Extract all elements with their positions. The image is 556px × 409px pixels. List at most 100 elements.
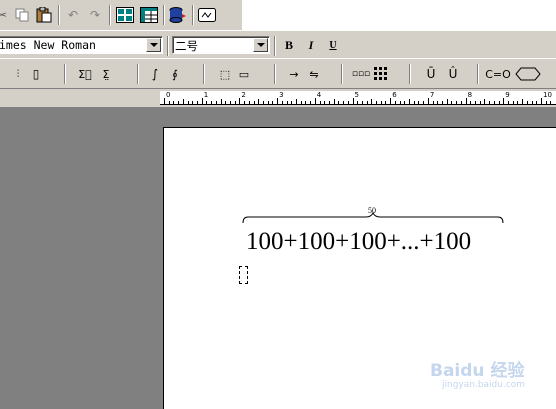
- ruler-label: 8: [467, 91, 473, 99]
- ruler-minor-tick: [338, 101, 340, 104]
- watermark-url: jingyan.baidu.com: [442, 380, 526, 390]
- toolbar-separator: [477, 64, 479, 84]
- align-left-icon[interactable]: ⫶: [10, 65, 26, 83]
- overbar-icon[interactable]: Ū: [422, 65, 440, 83]
- ruler-minor-tick: [385, 101, 387, 104]
- empty-slot-placeholder[interactable]: [239, 266, 248, 284]
- toolbar-separator: [341, 64, 343, 84]
- ruler-minor-tick: [493, 101, 495, 104]
- underbar-hat-icon[interactable]: Û: [444, 65, 462, 83]
- ruler-minor-tick: [423, 101, 425, 104]
- matrix-icon[interactable]: [115, 5, 135, 25]
- ruler-minor-tick: [328, 101, 330, 104]
- ruler-label: 1: [203, 91, 209, 99]
- document-page[interactable]: 50 100+100+100+...+100 Baidu 经验 jingyan.…: [163, 127, 556, 409]
- summation-limits-icon[interactable]: Σ̤: [96, 65, 116, 83]
- space-icon[interactable]: ▯: [28, 65, 44, 83]
- ruler-label: 4: [316, 91, 322, 99]
- fraction-box-icon[interactable]: ⬚: [217, 65, 233, 83]
- insert-object-icon[interactable]: [168, 5, 188, 25]
- ruler-minor-tick: [168, 101, 170, 104]
- ruler-minor-tick: [286, 101, 288, 104]
- ruler-label: 0: [166, 91, 171, 99]
- ruler-minor-tick: [178, 101, 180, 104]
- ruler-label: 7: [429, 91, 435, 99]
- chevron-down-icon[interactable]: [253, 38, 268, 52]
- ruler-major-tick: [503, 98, 505, 104]
- ruler-minor-tick: [267, 101, 269, 104]
- ruler-minor-tick: [479, 101, 481, 104]
- chevron-down-icon[interactable]: [146, 38, 161, 52]
- redo-icon[interactable]: ↷: [86, 6, 104, 24]
- ruler-minor-tick: [475, 101, 477, 104]
- left-right-arrow-icon[interactable]: ⇋: [305, 65, 323, 83]
- ruler-minor-tick: [413, 101, 415, 104]
- ruler-minor-tick: [192, 101, 194, 104]
- zoom-icon[interactable]: [197, 6, 217, 24]
- ruler: 0 1 2 3 4 5 6 7 8 9 10: [0, 88, 556, 107]
- ruler-minor-tick: [399, 101, 401, 104]
- grid-matrix-icon[interactable]: [372, 65, 390, 83]
- ruler-minor-tick: [229, 101, 231, 104]
- ruler-minor-tick: [442, 101, 444, 104]
- bond-icon[interactable]: C=O: [484, 65, 512, 83]
- ruler-minor-tick: [305, 101, 307, 104]
- ruler-label: 10: [543, 91, 552, 99]
- cut-icon[interactable]: ✂: [0, 6, 10, 24]
- italic-button[interactable]: I: [302, 37, 320, 53]
- ruler-minor-tick: [319, 101, 321, 104]
- ruler-strip: 0 1 2 3 4 5 6 7 8 9 10: [160, 91, 556, 105]
- template-toolbar: ⫶ ▯ Σ⃞ Σ̤ ∫ ∮ ⬚ ▭ → ⇋ ▫▫▫ Ū Û C=O: [0, 58, 556, 88]
- table-icon[interactable]: [139, 5, 159, 25]
- toolbar-separator: [192, 5, 194, 25]
- ruler-minor-tick: [333, 99, 335, 104]
- ruler-minor-tick: [512, 101, 514, 104]
- ruler-minor-tick: [460, 101, 462, 104]
- integral-icon[interactable]: ∫: [147, 65, 163, 83]
- ruler-label: 3: [279, 91, 284, 99]
- integral-bars-icon[interactable]: ∮: [166, 65, 184, 83]
- style-toolbar: imes New Roman 二号 B I U: [0, 30, 556, 58]
- summation-icon[interactable]: Σ⃞: [76, 65, 94, 83]
- ruler-minor-tick: [536, 101, 538, 104]
- copy-icon[interactable]: [13, 6, 31, 24]
- toolbar-separator: [163, 5, 165, 25]
- ruler-minor-tick: [272, 101, 274, 104]
- ruler-minor-tick: [517, 101, 519, 104]
- ruler-minor-tick: [258, 99, 260, 104]
- bold-button[interactable]: B: [280, 37, 298, 53]
- ruler-minor-tick: [225, 101, 227, 104]
- ruler-minor-tick: [220, 99, 222, 104]
- ruler-minor-tick: [526, 101, 528, 104]
- ruler-minor-tick: [234, 101, 236, 104]
- ruler-minor-tick: [206, 101, 208, 104]
- ruler-minor-tick: [550, 101, 552, 104]
- hexagon-icon[interactable]: [514, 65, 542, 83]
- toolbar-separator: [203, 64, 205, 84]
- undo-icon[interactable]: ↶: [64, 6, 82, 24]
- underline-button[interactable]: U: [324, 37, 342, 53]
- ruler-minor-tick: [173, 101, 175, 104]
- toolbar-separator: [274, 36, 276, 56]
- dots-matrix-icon[interactable]: ▫▫▫: [352, 65, 370, 83]
- ruler-label: 6: [392, 91, 397, 99]
- underbar-icon[interactable]: ▭: [236, 65, 252, 83]
- ruler-minor-tick: [262, 101, 264, 104]
- toolbar-separator: [274, 64, 276, 84]
- font-name-select[interactable]: imes New Roman: [0, 36, 163, 54]
- ruler-minor-tick: [343, 101, 345, 104]
- ruler-minor-tick: [508, 101, 509, 104]
- equation-text[interactable]: 100+100+100+...+100: [246, 228, 471, 256]
- ruler-minor-tick: [418, 101, 420, 104]
- toolbar-empty-area: [242, 0, 556, 30]
- ruler-minor-tick: [380, 101, 382, 104]
- ruler-minor-tick: [347, 101, 349, 104]
- toolbar-separator: [409, 64, 411, 84]
- right-arrow-icon[interactable]: →: [285, 65, 303, 83]
- paste-icon[interactable]: [35, 6, 53, 24]
- ruler-minor-tick: [545, 101, 547, 104]
- ruler-minor-tick: [376, 101, 378, 104]
- ruler-major-tick: [239, 98, 241, 104]
- ruler-minor-tick: [404, 101, 406, 104]
- font-size-select[interactable]: 二号: [172, 36, 270, 54]
